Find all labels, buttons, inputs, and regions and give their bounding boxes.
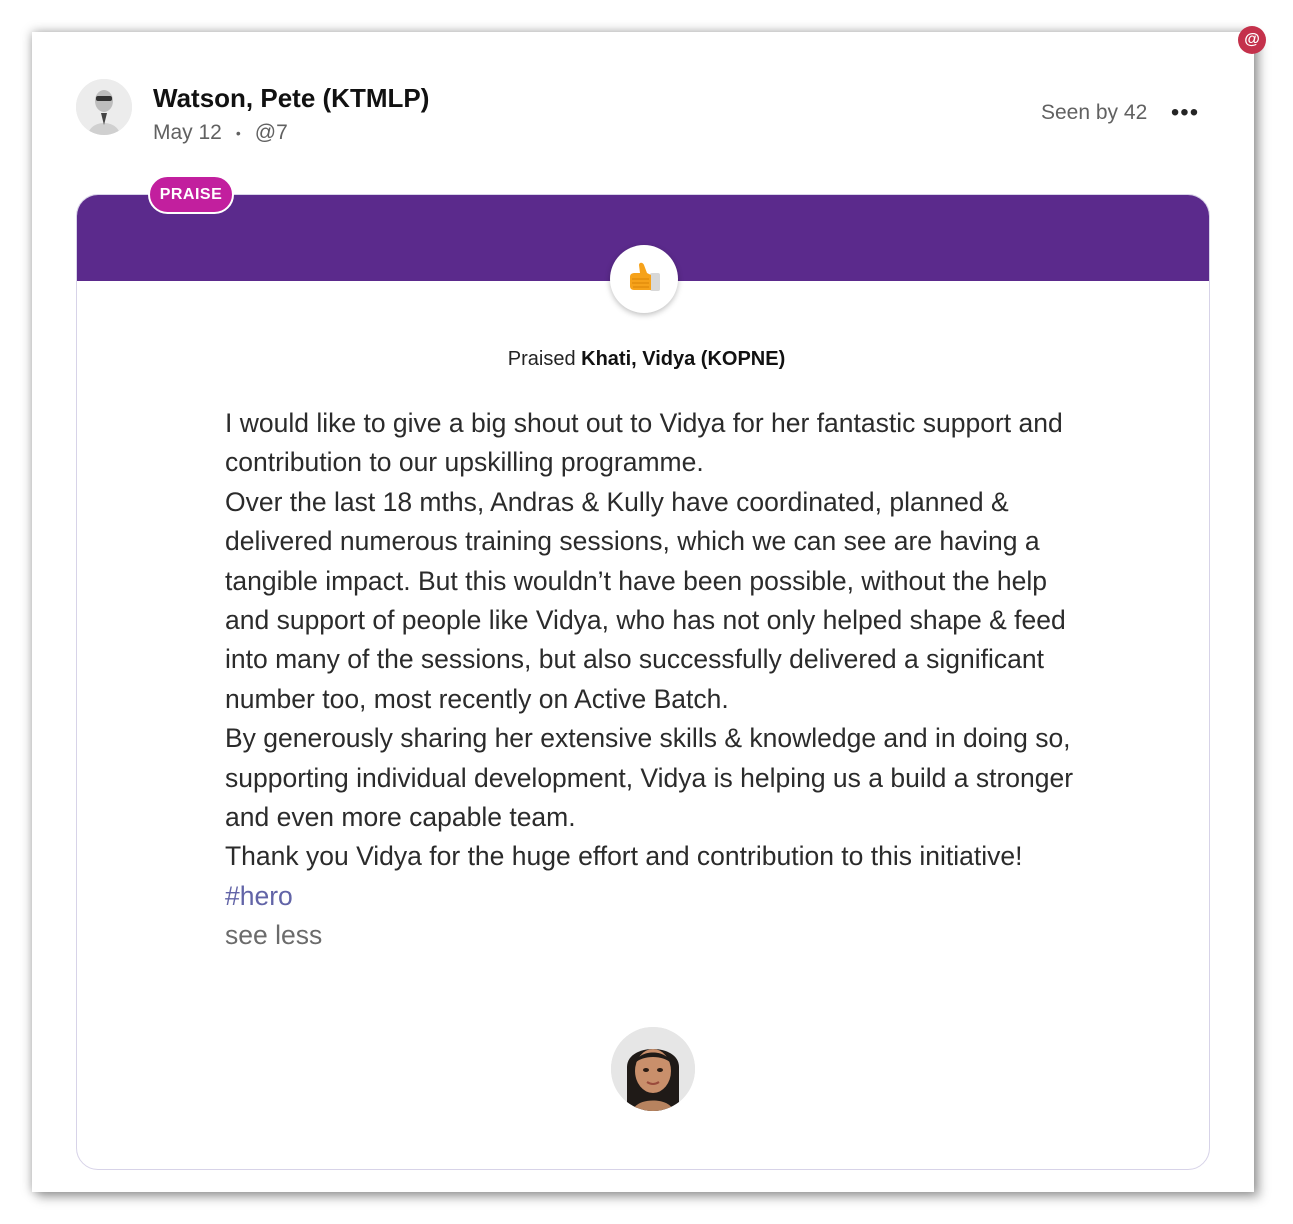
praised-prefix: Praised <box>507 348 576 370</box>
author-avatar[interactable] <box>76 79 132 135</box>
recipient-avatar[interactable] <box>611 1027 695 1111</box>
author-photo-icon <box>76 79 132 135</box>
recipient-avatar-icon <box>611 1027 695 1111</box>
message-paragraph: By generously sharing her extensive skil… <box>225 723 1074 833</box>
post-meta: May 12 • @7 <box>153 121 288 145</box>
see-less-link[interactable]: see less <box>225 916 1085 955</box>
message-paragraph: Over the last 18 mths, Andras & Kully ha… <box>225 486 1066 714</box>
praised-recipient-line: Praised Khati, Vidya (KOPNE) <box>0 348 1293 371</box>
praise-tag: PRAISE <box>148 175 234 214</box>
message-paragraph: I would like to give a big shout out to … <box>225 408 1063 478</box>
thumbs-up-icon <box>630 262 660 291</box>
meta-separator: • <box>235 125 241 141</box>
message-paragraph: Thank you Vidya for the huge effort and … <box>225 841 1023 872</box>
more-options-icon: ••• <box>1170 99 1200 126</box>
post-date: May 12 <box>153 121 222 144</box>
mention-badge[interactable]: @ <box>1238 26 1266 54</box>
hashtag-link[interactable]: #hero <box>225 877 1085 916</box>
author-name[interactable]: Watson, Pete (KTMLP) <box>153 83 429 114</box>
more-options-button[interactable]: ••• <box>1170 98 1200 128</box>
seen-by-count[interactable]: Seen by 42 <box>1041 101 1147 125</box>
recipient-name[interactable]: Khati, Vidya (KOPNE) <box>581 348 785 370</box>
praise-badge <box>610 245 678 313</box>
praise-message: I would like to give a big shout out to … <box>225 404 1085 956</box>
mention-count[interactable]: @7 <box>255 121 288 145</box>
